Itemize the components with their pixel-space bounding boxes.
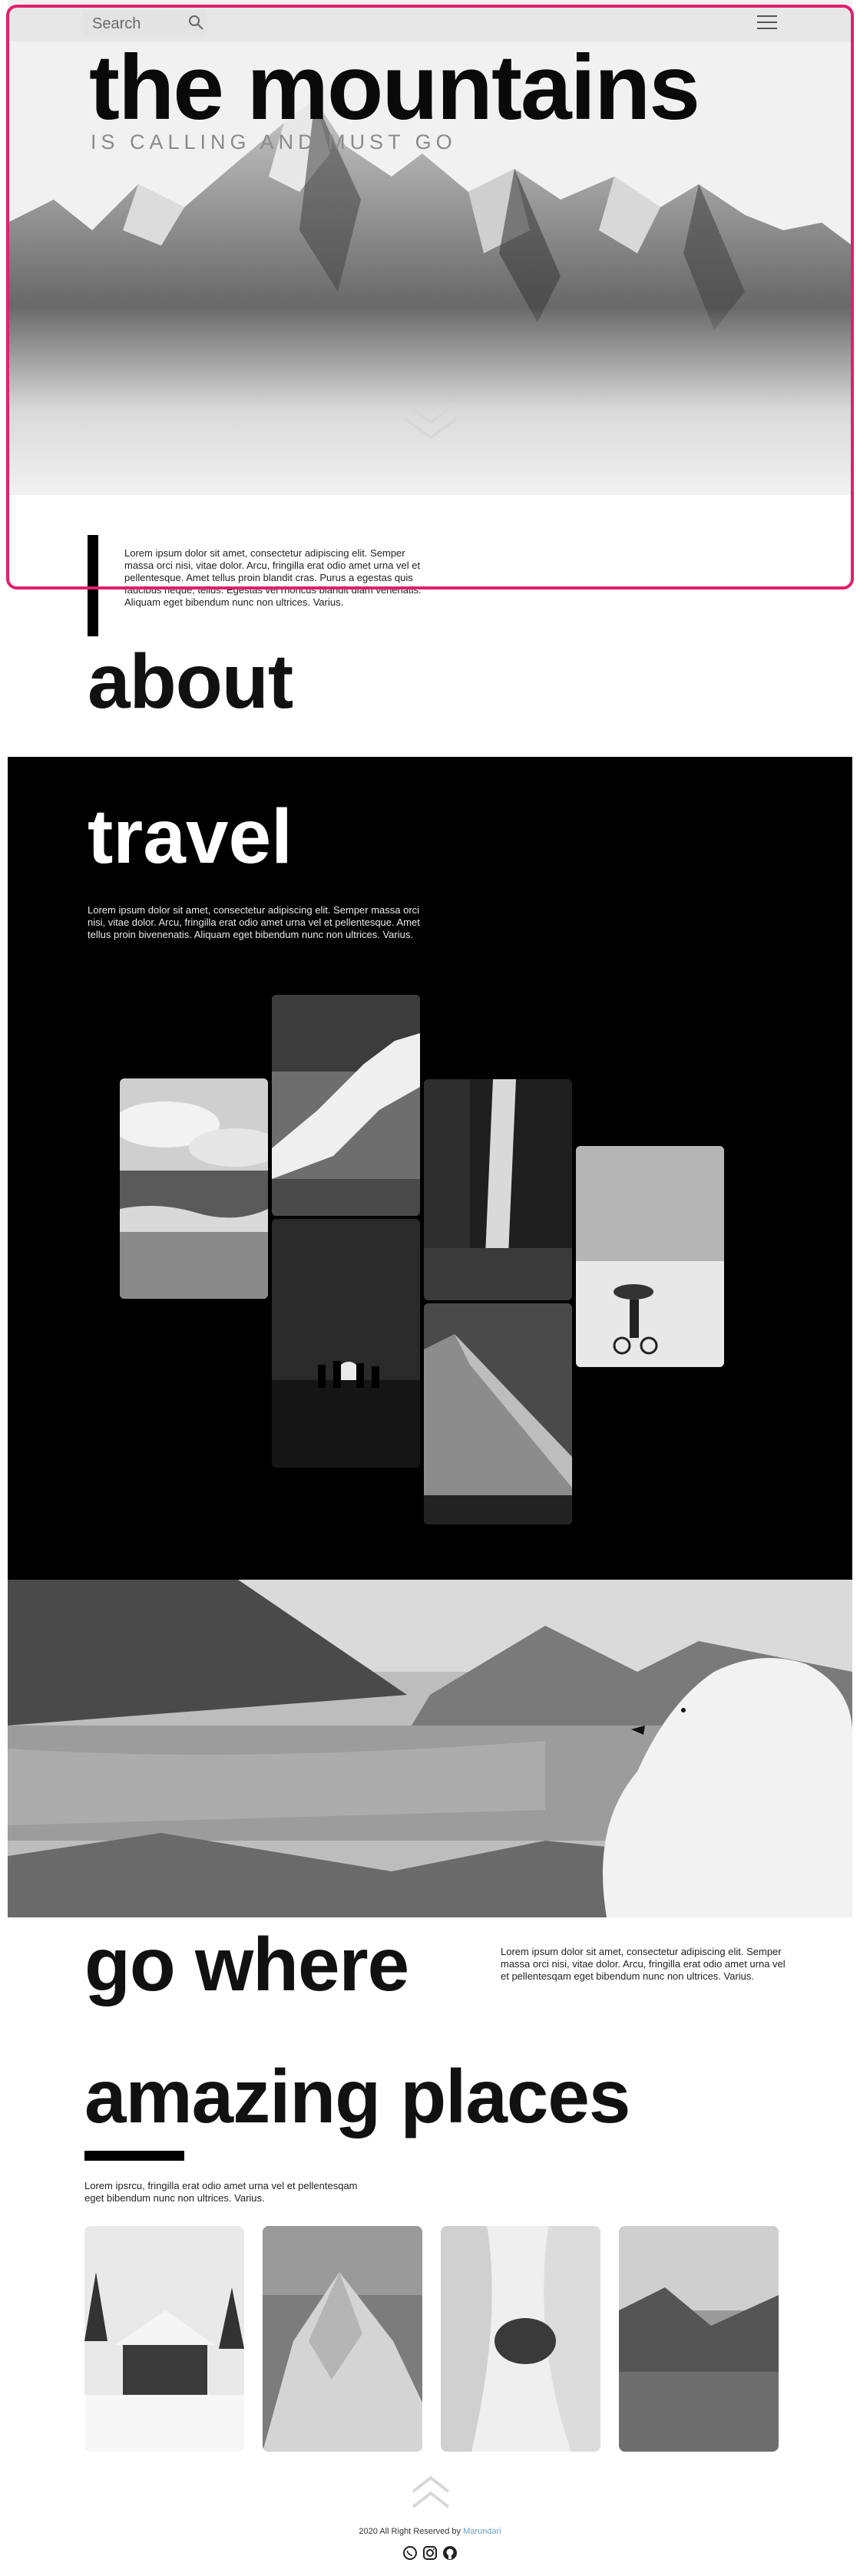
search-icon[interactable]: [187, 14, 206, 32]
accent-horizontal-bar: [84, 2151, 184, 2161]
go-where-heading: go where: [84, 1922, 409, 2006]
sunset-people-photo[interactable]: [272, 1219, 420, 1468]
double-chevron-down-icon[interactable]: [402, 399, 459, 445]
footer-copyright: 2020 All Right Reserved by Marundari: [0, 2527, 860, 2536]
instagram-icon[interactable]: [422, 2545, 438, 2561]
travel-description: Lorem ipsum dolor sit amet, consectetur …: [88, 904, 420, 940]
search-input[interactable]: [92, 12, 184, 35]
waterfall-photo[interactable]: [424, 1079, 572, 1300]
amazing-places-heading: amazing places: [84, 2054, 630, 2138]
rocky-peak-photo[interactable]: [263, 2226, 422, 2452]
hero-subtitle: IS CALLING AND MUST GO: [91, 130, 457, 154]
whatsapp-icon[interactable]: [402, 2545, 418, 2561]
author-link[interactable]: Marundari: [463, 2527, 501, 2536]
snow-cabin-photo[interactable]: [84, 2226, 244, 2452]
double-chevron-up-icon[interactable]: [410, 2473, 452, 2512]
go-where-description: Lorem ipsum dolor sit amet, consectetur …: [501, 1946, 786, 1982]
about-description: Lorem ipsum dolor sit amet, consectetur …: [124, 547, 422, 608]
mountain-slope-photo[interactable]: [424, 1303, 572, 1524]
copyright-text: 2020 All Right Reserved by: [359, 2527, 461, 2536]
dog-lake-banner-image: [8, 1580, 852, 1917]
snow-cyclist-photo[interactable]: [576, 1146, 724, 1367]
lake-fjord-photo[interactable]: [619, 2226, 779, 2452]
accent-vertical-bar: [88, 535, 98, 636]
amazing-places-description: Lorem ipsrcu, fringilla erat odio amet u…: [84, 2180, 358, 2204]
travel-heading: travel: [88, 794, 293, 880]
github-icon[interactable]: [442, 2545, 458, 2561]
hero-title: the mountains: [89, 36, 700, 139]
about-heading: about: [88, 639, 293, 725]
snow-aerial-photo[interactable]: [441, 2226, 600, 2452]
beach-photo[interactable]: [120, 1078, 268, 1299]
hamburger-menu-icon[interactable]: [757, 15, 777, 32]
ocean-wave-photo[interactable]: [272, 995, 420, 1216]
